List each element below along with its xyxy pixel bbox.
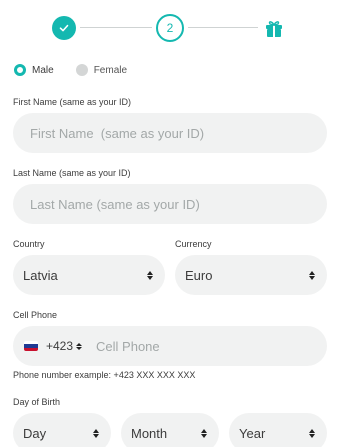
radio-button-selected[interactable] [14, 64, 26, 76]
progress-stepper: 2 [0, 8, 340, 46]
code-select-arrows-icon[interactable] [76, 341, 83, 351]
cell-phone-input[interactable] [96, 338, 297, 354]
step-number: 2 [166, 21, 174, 35]
radio-button-unselected[interactable] [75, 64, 88, 76]
birth-year-select[interactable]: Year [229, 413, 327, 447]
last-name-label: Last Name (same as your ID) [13, 168, 131, 178]
gender-selector: Male Female [14, 64, 149, 76]
last-name-input[interactable] [30, 196, 327, 212]
step-1-complete[interactable] [52, 16, 76, 40]
gift-icon [266, 21, 282, 37]
country-code[interactable]: +423 [46, 339, 73, 353]
first-name-field-wrapper [13, 113, 327, 153]
first-name-input[interactable] [30, 125, 327, 141]
select-arrows-icon [147, 269, 153, 281]
gender-option-male[interactable]: Male [14, 64, 54, 76]
birth-day-select[interactable]: Day [13, 413, 111, 447]
select-arrows-icon [201, 427, 207, 439]
currency-label: Currency [175, 239, 212, 249]
check-icon [59, 24, 69, 32]
currency-select[interactable]: Euro [175, 255, 327, 295]
step-2-current[interactable]: 2 [156, 14, 184, 42]
birth-day-value: Day [23, 425, 47, 441]
gender-option-female[interactable]: Female [75, 64, 128, 76]
gender-label-female: Female [93, 64, 128, 76]
country-select[interactable]: Latvia [13, 255, 165, 295]
gender-label-male: Male [32, 64, 54, 76]
first-name-label: First Name (same as your ID) [13, 97, 132, 107]
country-value: Latvia [23, 267, 58, 283]
currency-value: Euro [185, 267, 213, 283]
birth-label: Day of Birth [13, 397, 61, 407]
birth-month-value: Month [131, 425, 168, 441]
last-name-field-wrapper [13, 184, 327, 224]
step-connector [80, 27, 152, 28]
phone-example-hint: Phone number example: +423 XXX XXX XXX [13, 370, 196, 380]
select-arrows-icon [93, 427, 99, 439]
cell-phone-field: +423 [13, 326, 327, 366]
select-arrows-icon [309, 427, 315, 439]
birth-month-select[interactable]: Month [121, 413, 219, 447]
step-connector [188, 27, 258, 28]
select-arrows-icon [309, 269, 315, 281]
birth-year-value: Year [239, 425, 266, 441]
cell-phone-label: Cell Phone [13, 310, 58, 320]
liechtenstein-flag-icon[interactable] [24, 341, 38, 351]
step-3-upcoming[interactable] [262, 16, 286, 40]
country-label: Country [13, 239, 45, 249]
